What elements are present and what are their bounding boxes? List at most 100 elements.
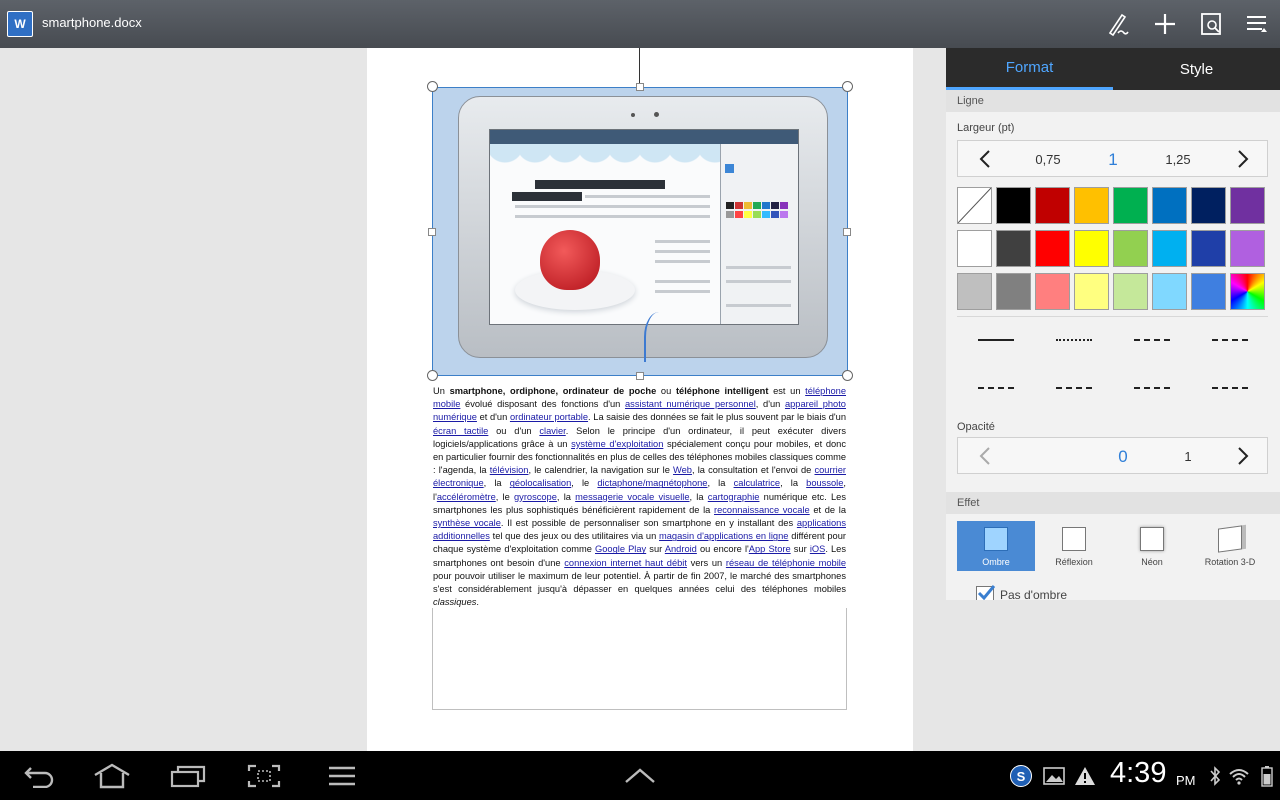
hyperlink[interactable]: télévision — [490, 465, 529, 475]
hyperlink[interactable]: clavier — [539, 426, 565, 436]
hyperlink[interactable]: iOS — [810, 544, 826, 554]
hyperlink[interactable]: dictaphone/magnétophone — [597, 478, 707, 488]
hyperlink[interactable]: système d'exploitation — [571, 439, 663, 449]
no-shadow-option[interactable]: Pas d'ombre — [976, 585, 1067, 600]
resize-handle-top-right[interactable] — [842, 81, 853, 92]
line-width-stepper[interactable]: 0,75 1 1,25 — [957, 140, 1268, 177]
document-paragraph[interactable]: Un smartphone, ordiphone, ordinateur de … — [433, 385, 846, 609]
effect-reflection[interactable]: Réflexion — [1035, 521, 1113, 571]
checkbox[interactable] — [976, 585, 995, 600]
screenshot-icon[interactable] — [244, 763, 284, 789]
color-swatch[interactable] — [1152, 187, 1187, 224]
color-swatch[interactable] — [1035, 230, 1070, 267]
hyperlink[interactable]: gyroscope — [514, 492, 557, 502]
color-swatch[interactable] — [1074, 187, 1109, 224]
hyperlink[interactable]: reconnaissance vocale — [714, 505, 810, 515]
resize-handle-bottom-left[interactable] — [427, 370, 438, 381]
hyperlink[interactable]: cartographie — [708, 492, 760, 502]
back-icon[interactable] — [20, 763, 60, 789]
color-swatch[interactable] — [1113, 230, 1148, 267]
hyperlink[interactable]: réseau de téléphonie mobile — [726, 558, 846, 568]
home-icon[interactable] — [92, 763, 132, 789]
resize-handle-top-left[interactable] — [427, 81, 438, 92]
color-swatch[interactable] — [957, 230, 992, 267]
hyperlink[interactable]: App Store — [749, 544, 791, 554]
pen-icon[interactable] — [1102, 8, 1136, 40]
color-swatch[interactable] — [996, 187, 1031, 224]
line-style-option[interactable] — [1212, 387, 1248, 389]
hyperlink[interactable]: synthèse vocale — [433, 518, 501, 528]
hyperlink[interactable]: magasin d'applications en ligne — [659, 531, 788, 541]
menu-lines-icon[interactable] — [322, 763, 362, 789]
hyperlink[interactable]: connexion internet haut débit — [564, 558, 687, 568]
paragraph-text: . — [476, 597, 480, 608]
line-style-option[interactable] — [1212, 339, 1248, 341]
tab-format[interactable]: Format — [946, 48, 1113, 90]
color-swatch[interactable] — [1152, 273, 1187, 310]
color-swatch[interactable] — [1074, 273, 1109, 310]
hyperlink[interactable]: Web — [673, 465, 692, 475]
hyperlink[interactable]: écran tactile — [433, 426, 488, 436]
menu-icon[interactable] — [1240, 8, 1274, 40]
opacity-value-next[interactable]: 1 — [1158, 438, 1218, 475]
hyperlink[interactable]: messagerie vocale visuelle — [575, 492, 689, 502]
color-swatch[interactable] — [996, 230, 1031, 267]
resize-handle-bottom-right[interactable] — [842, 370, 853, 381]
hyperlink[interactable]: Android — [665, 544, 697, 554]
effect-rotation-3d[interactable]: Rotation 3-D — [1191, 521, 1269, 571]
hyperlink[interactable]: accéléromètre — [437, 492, 496, 502]
line-style-option[interactable] — [978, 387, 1014, 389]
selected-image[interactable] — [432, 87, 848, 376]
custom-color-swatch[interactable] — [1230, 273, 1265, 310]
color-swatch[interactable] — [957, 273, 992, 310]
expand-up-icon[interactable] — [620, 763, 660, 789]
chevron-right-icon[interactable] — [1232, 446, 1252, 466]
tab-style[interactable]: Style — [1113, 48, 1280, 90]
color-swatch[interactable] — [1191, 187, 1226, 224]
resize-handle-bottom[interactable] — [636, 372, 644, 380]
color-swatch[interactable] — [1230, 230, 1265, 267]
hyperlink[interactable]: calculatrice — [734, 478, 781, 488]
color-swatch[interactable] — [1191, 273, 1226, 310]
hyperlink[interactable]: géolocalisation — [510, 478, 572, 488]
hyperlink[interactable]: boussole — [806, 478, 843, 488]
color-swatch[interactable] — [996, 273, 1031, 310]
effect-shadow[interactable]: Ombre — [957, 521, 1035, 571]
hyperlink[interactable]: assistant numérique personnel — [625, 399, 756, 409]
no-color-swatch[interactable] — [957, 187, 992, 224]
line-style-option[interactable] — [1056, 387, 1092, 389]
color-swatch[interactable] — [1035, 273, 1070, 310]
resize-handle-right[interactable] — [843, 228, 851, 236]
resize-handle-left[interactable] — [428, 228, 436, 236]
color-swatch[interactable] — [1035, 187, 1070, 224]
recent-apps-icon[interactable] — [168, 763, 208, 789]
color-swatch[interactable] — [1113, 187, 1148, 224]
color-swatch[interactable] — [1113, 273, 1148, 310]
tablet-screen — [489, 129, 799, 325]
paragraph-text: . La saisie des données se fait le plus … — [588, 412, 846, 423]
resize-handle-top[interactable] — [636, 83, 644, 91]
color-swatch[interactable] — [1230, 187, 1265, 224]
color-swatch[interactable] — [1074, 230, 1109, 267]
hyperlink[interactable]: ordinateur portable — [510, 412, 588, 422]
clock: 4:39 — [1110, 757, 1167, 789]
chevron-left-icon[interactable] — [976, 446, 996, 466]
effect-neon[interactable]: Néon — [1113, 521, 1191, 571]
save-icon[interactable] — [1194, 8, 1228, 40]
plus-icon[interactable] — [1148, 8, 1182, 40]
line-style-option[interactable] — [978, 339, 1014, 341]
text-box-frame[interactable] — [432, 608, 847, 710]
width-value-prev[interactable]: 0,75 — [1018, 141, 1078, 178]
word-app-icon[interactable]: W — [7, 11, 33, 37]
hyperlink[interactable]: Google Play — [595, 544, 646, 554]
line-style-option[interactable] — [1056, 339, 1092, 341]
chevron-left-icon[interactable] — [976, 149, 996, 169]
color-swatch[interactable] — [1191, 230, 1226, 267]
line-style-option[interactable] — [1134, 387, 1170, 389]
chevron-right-icon[interactable] — [1232, 149, 1252, 169]
line-style-option[interactable] — [1134, 339, 1170, 341]
wifi-icon — [1228, 765, 1250, 787]
opacity-stepper[interactable]: 0 1 — [957, 437, 1268, 474]
width-value-next[interactable]: 1,25 — [1148, 141, 1208, 178]
color-swatch[interactable] — [1152, 230, 1187, 267]
